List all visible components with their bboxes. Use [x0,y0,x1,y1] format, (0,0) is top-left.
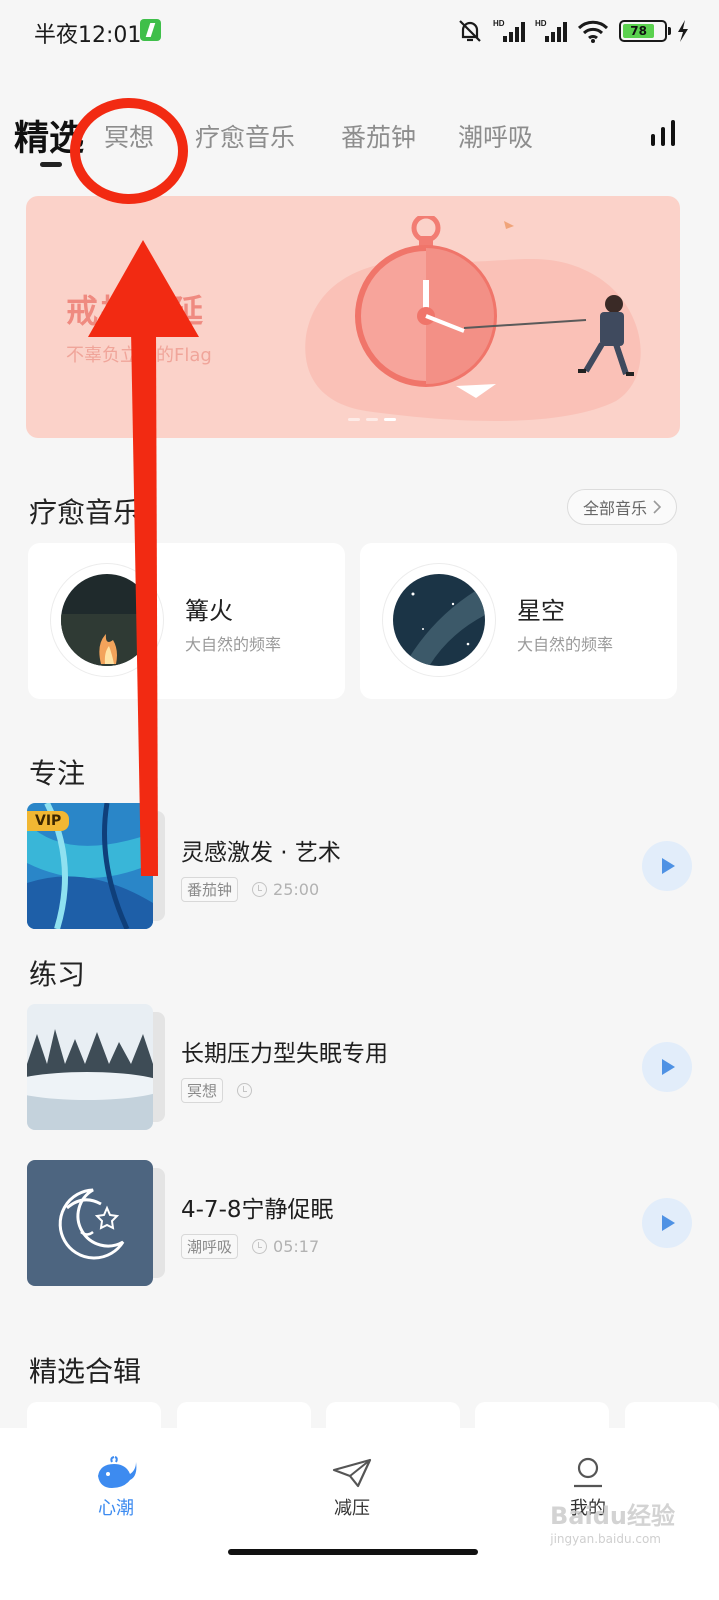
item-tag: 番茄钟 [181,877,239,902]
battery-level: 78 [623,24,655,38]
wifi-icon [577,20,609,43]
item-thumbnail: VIP [27,803,167,929]
home-indicator[interactable] [228,1549,478,1555]
paper-plane-icon [332,1458,372,1488]
item-tag: 冥想 [181,1078,224,1103]
item-meta: 潮呼吸 05:17 [181,1234,319,1259]
banner-pagination [348,418,396,421]
item-thumbnail [27,1160,167,1286]
play-button[interactable] [642,1198,692,1248]
sleeping-moon-image [27,1160,153,1286]
pagination-dot [384,418,396,421]
item-duration [237,1083,258,1098]
baidu-watermark: Baidu经验 [550,1502,675,1530]
list-item[interactable]: 4-7-8宁静促眠 潮呼吸 05:17 [27,1160,692,1286]
pagination-dot [366,418,378,421]
top-tabs: 精选 冥想 疗愈音乐 番茄钟 潮呼吸 [0,104,719,174]
charging-bolt-icon [678,20,688,42]
nav-label: 减压 [334,1498,370,1519]
duration-text: 05:17 [273,1237,320,1256]
tab-healing-music[interactable]: 疗愈音乐 [195,118,295,154]
bonfire-image [61,574,153,666]
nav-decompress[interactable]: 减压 [292,1456,412,1520]
item-thumbnail [27,1004,167,1130]
music-cover [50,563,164,677]
battery-icon: 78 [619,20,671,42]
tab-featured[interactable]: 精选 [14,110,84,161]
music-card-starry-sky[interactable]: 星空 大自然的频率 [360,543,677,699]
focus-title: 专注 [29,757,86,790]
status-bar: 半夜12:01 HD HD 78 [0,0,719,62]
svg-text:HD: HD [493,19,505,28]
user-icon [574,1457,602,1488]
music-cover [382,563,496,677]
list-item[interactable]: 长期压力型失眠专用 冥想 [27,1004,692,1130]
nav-label: 心潮 [98,1498,134,1519]
banner-subtitle: 不辜负立下的Flag [66,345,212,366]
signal-icon: HD [493,19,525,42]
list-item[interactable]: VIP 灵感激发 · 艺术 番茄钟 25:00 [27,803,692,929]
baidu-watermark-url: jingyan.baidu.com [550,1532,661,1546]
duration-text: 25:00 [273,880,320,899]
mute-bell-icon [459,20,481,42]
charging-app-icon [140,19,161,41]
ranking-bars-icon[interactable] [649,118,677,148]
practice-title: 练习 [29,958,86,991]
item-duration: 05:17 [252,1237,319,1256]
whale-icon [98,1456,137,1488]
status-icons: HD HD 78 [457,16,689,46]
svg-text:HD: HD [535,19,547,28]
item-duration: 25:00 [252,880,319,899]
music-name: 星空 [517,597,565,625]
item-title: 灵感激发 · 艺术 [181,840,341,866]
play-button[interactable] [642,841,692,891]
misty-forest-image [27,1004,153,1130]
item-meta: 番茄钟 25:00 [181,877,319,902]
tab-pomodoro[interactable]: 番茄钟 [341,118,416,154]
music-desc: 大自然的频率 [517,635,614,654]
item-meta: 冥想 [181,1078,258,1103]
all-music-label: 全部音乐 [582,499,647,518]
music-name: 篝火 [185,597,233,625]
healing-music-title: 疗愈音乐 [29,496,142,529]
all-music-button[interactable]: 全部音乐 [567,489,677,525]
promo-banner[interactable]: 戒掉拖延 不辜负立下的Flag [26,196,680,438]
play-button[interactable] [642,1042,692,1092]
item-title: 4-7-8宁静促眠 [181,1197,334,1223]
stopwatch-illustration [305,216,641,421]
bottom-nav: 心潮 减压 我的 Baidu经验 jingyan.baidu.com [0,1428,719,1600]
starry-sky-image [393,574,485,666]
item-title: 长期压力型失眠专用 [181,1041,388,1067]
nav-home[interactable]: 心潮 [56,1456,176,1520]
banner-title: 戒掉拖延 [66,292,207,330]
music-desc: 大自然的频率 [185,635,282,654]
status-time: 半夜12:01 [34,23,142,48]
active-tab-indicator [40,162,62,167]
vip-badge: VIP [27,811,70,831]
music-card-bonfire[interactable]: 篝火 大自然的频率 [28,543,345,699]
pagination-dot [348,418,360,421]
signal-icon-2: HD [535,19,567,42]
clock-icon [252,1239,268,1254]
clock-icon [237,1083,253,1098]
tab-tide-breathing[interactable]: 潮呼吸 [458,118,533,154]
item-tag: 潮呼吸 [181,1234,239,1259]
chevron-right-icon [653,500,661,514]
collections-title: 精选合辑 [29,1355,142,1388]
tab-meditation[interactable]: 冥想 [104,118,154,154]
clock-icon [252,882,268,897]
